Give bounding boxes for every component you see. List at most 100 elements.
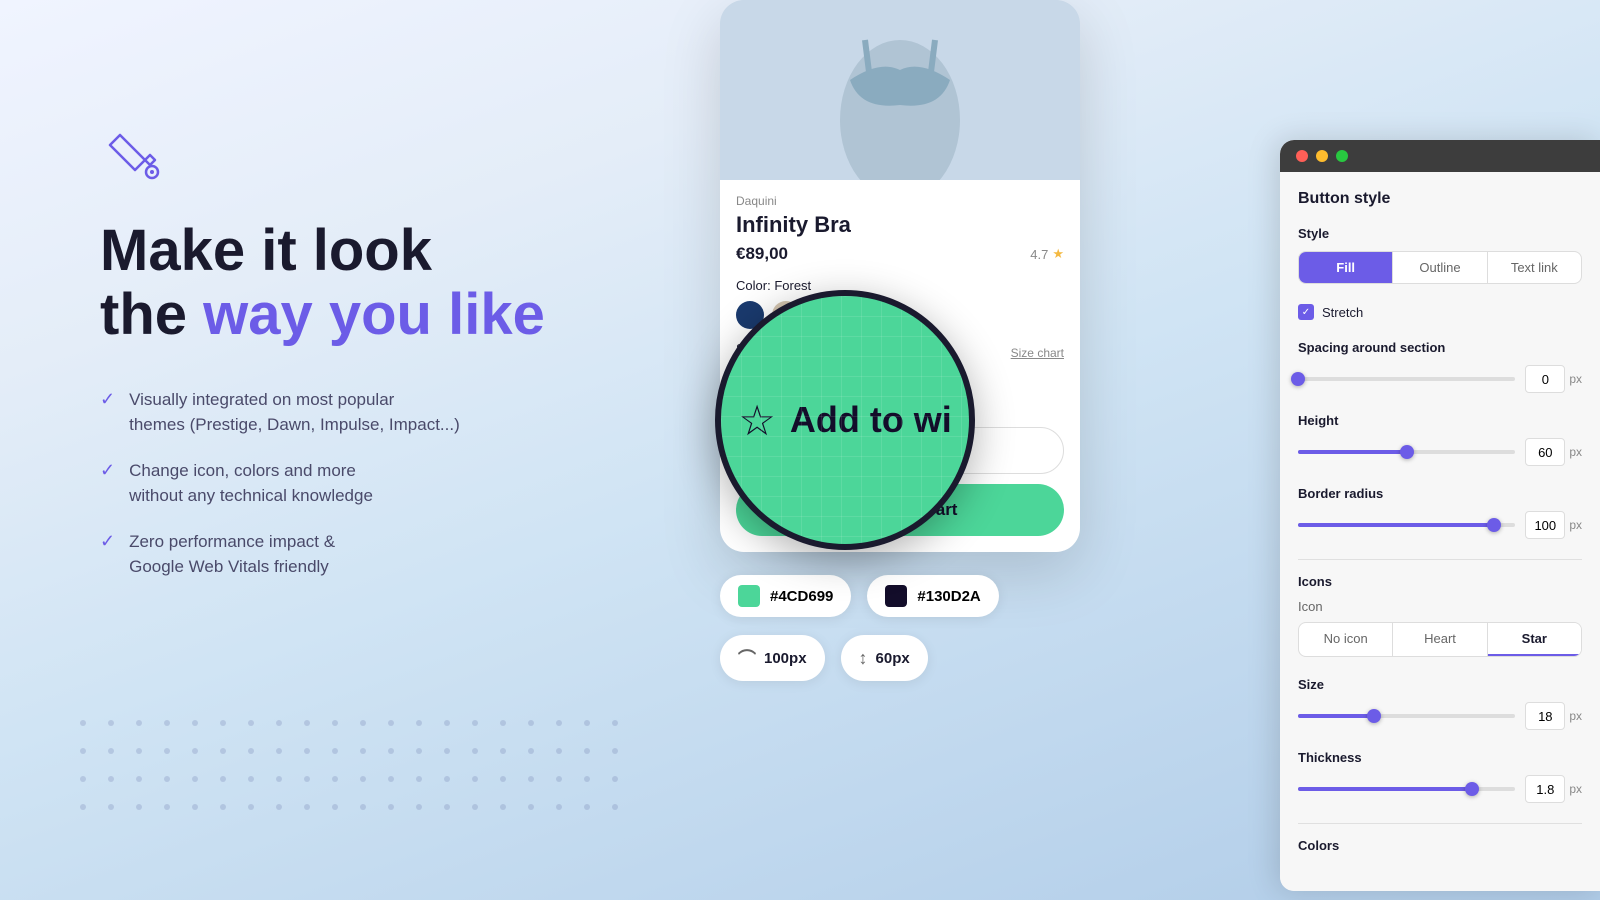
- feature-item-3: ✓ Zero performance impact & Google Web V…: [100, 529, 720, 580]
- icons-heading: Icons: [1298, 574, 1582, 589]
- spacing-unit: px: [1569, 372, 1582, 386]
- divider-2: [1298, 823, 1582, 824]
- traffic-light-yellow[interactable]: [1316, 150, 1328, 162]
- border-radius-value[interactable]: 100: [1525, 511, 1565, 539]
- logo-icon: [100, 120, 720, 195]
- features-list: ✓ Visually integrated on most popular th…: [100, 387, 720, 580]
- stretch-label: Stretch: [1322, 305, 1363, 320]
- height-value[interactable]: 60: [1525, 438, 1565, 466]
- stretch-row: ✓ Stretch: [1298, 304, 1582, 320]
- magnifier: ☆ Add to wi: [715, 290, 975, 550]
- color-swatch-dark: [885, 585, 907, 607]
- rating-star: ★: [1052, 246, 1064, 262]
- rating: 4.7 ★: [1030, 246, 1064, 262]
- style-label: Style: [1298, 226, 1582, 241]
- feature-text-2: Change icon, colors and more without any…: [129, 458, 373, 509]
- border-radius-value-input: 100 px: [1525, 511, 1582, 539]
- border-radius-section: Border radius 100 px: [1298, 486, 1582, 539]
- border-radius-unit: px: [1569, 518, 1582, 532]
- height-value: 60px: [876, 650, 910, 667]
- thickness-value[interactable]: 1.8: [1525, 775, 1565, 803]
- size-chart-link[interactable]: Size chart: [1011, 346, 1064, 360]
- icon-options: No icon Heart Star: [1298, 622, 1582, 657]
- headline: Make it look the way you like: [100, 219, 720, 347]
- icon-star[interactable]: Star: [1488, 623, 1581, 656]
- color-pills: #4CD699 #130D2A: [720, 575, 999, 617]
- check-icon-3: ✓: [100, 531, 115, 552]
- height-value-input: 60 px: [1525, 438, 1582, 466]
- traffic-light-red[interactable]: [1296, 150, 1308, 162]
- check-icon-2: ✓: [100, 460, 115, 481]
- spacing-section: Spacing around section 0 px: [1298, 340, 1582, 393]
- thickness-value-input: 1.8 px: [1525, 775, 1582, 803]
- radius-pill[interactable]: ⌒ 100px: [720, 635, 825, 681]
- price: €89,00: [736, 244, 788, 264]
- style-textlink[interactable]: Text link: [1488, 252, 1581, 283]
- color-value-green: #4CD699: [770, 588, 833, 605]
- style-section: Style Fill Outline Text link: [1298, 226, 1582, 284]
- colors-label: Colors: [1298, 838, 1582, 853]
- height-icon: ↕: [859, 648, 868, 669]
- panel-titlebar: [1280, 140, 1600, 172]
- feature-item-2: ✓ Change icon, colors and more without a…: [100, 458, 720, 509]
- border-radius-slider-row: 100 px: [1298, 511, 1582, 539]
- style-options: Fill Outline Text link: [1298, 251, 1582, 284]
- panel-title: Button style: [1298, 190, 1582, 208]
- thickness-slider-row: 1.8 px: [1298, 775, 1582, 803]
- product-name: Infinity Bra: [736, 212, 1064, 238]
- color-swatch-green: [738, 585, 760, 607]
- panel-content: Button style Style Fill Outline Text lin…: [1280, 172, 1600, 891]
- thickness-label: Thickness: [1298, 750, 1582, 765]
- border-radius-label: Border radius: [1298, 486, 1582, 501]
- price-row: €89,00 4.7 ★: [736, 244, 1064, 264]
- spacing-slider[interactable]: [1298, 377, 1515, 381]
- height-unit: px: [1569, 445, 1582, 459]
- style-outline[interactable]: Outline: [1393, 252, 1487, 283]
- color-pill-green[interactable]: #4CD699: [720, 575, 851, 617]
- height-slider-row: 60 px: [1298, 438, 1582, 466]
- thickness-unit: px: [1569, 782, 1582, 796]
- thickness-slider[interactable]: [1298, 787, 1515, 791]
- radius-icon: ⌒: [738, 645, 756, 671]
- thickness-section: Thickness 1.8 px: [1298, 750, 1582, 803]
- colors-section: Colors: [1298, 838, 1582, 853]
- size-slider[interactable]: [1298, 714, 1515, 718]
- height-section: Height 60 px: [1298, 413, 1582, 466]
- divider-1: [1298, 559, 1582, 560]
- size-value[interactable]: 18: [1525, 702, 1565, 730]
- border-radius-slider[interactable]: [1298, 523, 1515, 527]
- traffic-light-green[interactable]: [1336, 150, 1348, 162]
- icon-heart[interactable]: Heart: [1393, 623, 1487, 656]
- left-section: Make it look the way you like ✓ Visually…: [100, 120, 720, 580]
- size-slider-row: 18 px: [1298, 702, 1582, 730]
- spacing-value[interactable]: 0: [1525, 365, 1565, 393]
- radius-value: 100px: [764, 650, 807, 667]
- size-unit: px: [1569, 709, 1582, 723]
- icon-none[interactable]: No icon: [1299, 623, 1393, 656]
- height-label: Height: [1298, 413, 1582, 428]
- dots-decoration: [80, 720, 580, 840]
- height-pill[interactable]: ↕ 60px: [841, 635, 928, 681]
- style-fill[interactable]: Fill: [1299, 252, 1393, 283]
- product-image: [720, 0, 1080, 180]
- prop-pills: ⌒ 100px ↕ 60px: [720, 635, 928, 681]
- height-slider[interactable]: [1298, 450, 1515, 454]
- feature-text-3: Zero performance impact & Google Web Vit…: [129, 529, 335, 580]
- feature-item-1: ✓ Visually integrated on most popular th…: [100, 387, 720, 438]
- right-panel: Button style Style Fill Outline Text lin…: [1280, 140, 1600, 891]
- spacing-slider-row: 0 px: [1298, 365, 1582, 393]
- check-icon-1: ✓: [100, 389, 115, 410]
- spacing-value-input: 0 px: [1525, 365, 1582, 393]
- size-value-input: 18 px: [1525, 702, 1582, 730]
- stretch-section: ✓ Stretch: [1298, 304, 1582, 320]
- icon-label: Icon: [1298, 599, 1582, 614]
- brand-name: Daquini: [736, 194, 1064, 208]
- color-value-dark: #130D2A: [917, 588, 980, 605]
- icons-section: Icons Icon No icon Heart Star: [1298, 574, 1582, 657]
- feature-text-1: Visually integrated on most popular them…: [129, 387, 460, 438]
- magnifier-grid: [721, 296, 969, 544]
- icon-size-section: Size 18 px: [1298, 677, 1582, 730]
- stretch-checkbox[interactable]: ✓: [1298, 304, 1314, 320]
- color-pill-dark[interactable]: #130D2A: [867, 575, 998, 617]
- color-label: Color: Forest: [736, 278, 1064, 293]
